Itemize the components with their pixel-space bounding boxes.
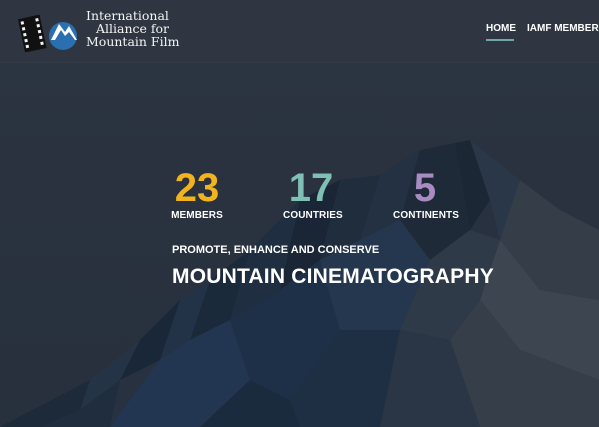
active-nav-indicator (486, 39, 514, 41)
site-header: International Alliance for Mountain Film… (0, 0, 599, 63)
page: International Alliance for Mountain Film… (0, 0, 599, 427)
stat-label: MEMBERS (171, 210, 223, 221)
film-strip-mountain-icon (17, 14, 77, 52)
stat-continents: 5 CONTINENTS (393, 166, 459, 221)
stat-countries: 17 COUNTRIES (283, 166, 343, 221)
stat-value: 23 (174, 166, 220, 210)
stat-value: 5 (413, 166, 437, 210)
hero-section: 23 MEMBERS 17 COUNTRIES 5 CONTINENTS PRO… (0, 0, 599, 427)
stat-members: 23 MEMBERS (171, 168, 223, 221)
stat-label: CONTINENTS (393, 210, 459, 221)
main-nav: HOME IAMF MEMBERS (470, 0, 599, 62)
hero-tagline: PROMOTE, ENHANCE AND CONSERVE (172, 244, 380, 256)
hero-headline: MOUNTAIN CINEMATOGRAPHY (172, 265, 494, 288)
site-logo[interactable]: International Alliance for Mountain Film (15, 8, 185, 52)
nav-item-iamf-members[interactable]: IAMF MEMBERS (527, 23, 599, 34)
stat-value: 17 (288, 166, 334, 210)
nav-item-home[interactable]: HOME (486, 23, 516, 34)
logo-text: International Alliance for Mountain Film (86, 9, 179, 48)
stat-label: COUNTRIES (283, 210, 343, 221)
logo-line: Mountain Film (86, 34, 180, 49)
